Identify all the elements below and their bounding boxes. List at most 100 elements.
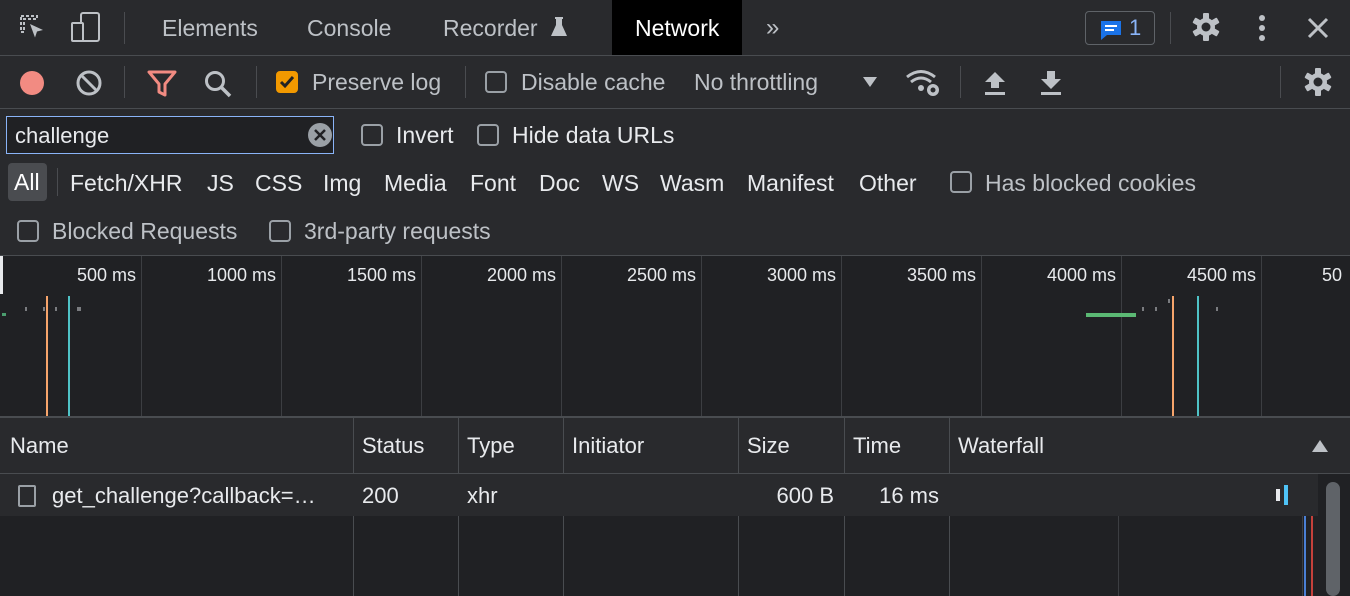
- disable-cache-checkbox[interactable]: [485, 71, 507, 93]
- dom-content-loaded-marker: [1197, 296, 1199, 416]
- request-bar: [1142, 307, 1144, 311]
- tab-label: Console: [307, 15, 392, 41]
- blocked-requests-checkbox[interactable]: [17, 220, 39, 242]
- network-settings-gear-icon[interactable]: [1302, 66, 1334, 98]
- import-har-upload-icon[interactable]: [982, 69, 1008, 97]
- gridline: [1261, 256, 1262, 416]
- request-bar: [1155, 307, 1157, 311]
- export-har-download-icon[interactable]: [1038, 69, 1064, 97]
- clear-filter-icon[interactable]: [308, 123, 332, 147]
- request-bar: [1086, 313, 1136, 317]
- gridline: [841, 256, 842, 416]
- vertical-scrollbar[interactable]: [1326, 482, 1340, 596]
- gridline: [981, 256, 982, 416]
- third-party-requests-checkbox[interactable]: [269, 220, 291, 242]
- disable-cache-label: Disable cache: [521, 69, 666, 95]
- column-header-name[interactable]: Name: [10, 418, 69, 473]
- cell-time: 16 ms: [879, 483, 939, 508]
- throttling-value: No throttling: [694, 69, 819, 95]
- column-header-waterfall[interactable]: Waterfall: [958, 418, 1044, 473]
- close-icon[interactable]: [1305, 15, 1331, 41]
- divider: [124, 66, 125, 98]
- column-header-time[interactable]: Time: [853, 418, 901, 473]
- column-header-initiator[interactable]: Initiator: [572, 418, 644, 473]
- more-options-kebab-icon[interactable]: [1252, 12, 1272, 44]
- hide-data-urls-label: Hide data URLs: [512, 122, 675, 148]
- flask-icon: [550, 16, 568, 38]
- clear-log-icon[interactable]: [75, 69, 103, 97]
- invert-checkbox[interactable]: [361, 124, 383, 146]
- divider: [1170, 12, 1171, 44]
- tick-label: 500 ms: [76, 265, 136, 285]
- divider: [57, 168, 58, 196]
- divider: [124, 12, 125, 44]
- load-event-marker: [1172, 296, 1174, 416]
- tick-label: 50: [1322, 265, 1343, 285]
- filter-funnel-icon[interactable]: [147, 70, 177, 98]
- column-header-size[interactable]: Size: [747, 418, 790, 473]
- filter-type-js[interactable]: JS: [207, 170, 234, 197]
- tick-label: 2500 ms: [626, 265, 696, 285]
- dropdown-triangle-icon: [862, 75, 878, 89]
- network-overview-timeline[interactable]: 500 ms 1000 ms 1500 ms 2000 ms 2500 ms 3…: [0, 256, 1350, 418]
- filter-type-all-button[interactable]: All: [8, 163, 47, 201]
- column-header-type[interactable]: Type: [467, 418, 515, 473]
- tab-console[interactable]: Console: [307, 0, 391, 55]
- tab-label: Recorder: [443, 15, 538, 41]
- cell-status: 200: [362, 483, 399, 508]
- request-bar: [55, 307, 57, 311]
- divider: [256, 66, 257, 98]
- tab-label: Network: [635, 15, 720, 41]
- messages-badge-button[interactable]: 1: [1085, 11, 1155, 45]
- request-bar: [1168, 299, 1170, 303]
- load-event-marker: [46, 296, 48, 416]
- hide-data-urls-checkbox[interactable]: [477, 124, 499, 146]
- device-toolbar-icon[interactable]: [70, 11, 102, 45]
- has-blocked-cookies-checkbox[interactable]: [950, 171, 972, 193]
- tick-label: 4000 ms: [1046, 265, 1116, 285]
- filter-type-fetch-xhr[interactable]: Fetch/XHR: [70, 170, 182, 197]
- throttling-select[interactable]: No throttling: [694, 66, 884, 100]
- record-icon[interactable]: [18, 69, 46, 97]
- filter-type-wasm[interactable]: Wasm: [660, 170, 724, 197]
- waterfall-download-bar: [1284, 485, 1288, 505]
- tab-elements[interactable]: Elements: [162, 0, 258, 55]
- filter-input[interactable]: [15, 123, 300, 149]
- more-tabs-chevron-icon[interactable]: »: [766, 0, 779, 55]
- cell-name[interactable]: get_challenge?callback=…: [52, 474, 316, 516]
- tick-label: 2000 ms: [486, 265, 556, 285]
- blocked-requests-label: Blocked Requests: [52, 218, 238, 244]
- settings-gear-icon[interactable]: [1190, 11, 1222, 43]
- filter-type-font[interactable]: Font: [470, 170, 516, 197]
- filter-type-manifest[interactable]: Manifest: [747, 170, 834, 197]
- divider: [465, 66, 466, 98]
- table-row[interactable]: get_challenge?callback=… 200 xhr 600 B 1…: [0, 474, 1318, 516]
- tick-label: 1500 ms: [346, 265, 416, 285]
- gridline: [1121, 256, 1122, 416]
- filter-type-other[interactable]: Other: [859, 170, 917, 197]
- request-bar: [1216, 307, 1218, 311]
- gridline: [421, 256, 422, 416]
- preserve-log-checkbox[interactable]: [276, 71, 298, 93]
- search-icon[interactable]: [203, 69, 233, 99]
- tab-network[interactable]: Network: [612, 0, 743, 55]
- filter-type-doc[interactable]: Doc: [539, 170, 580, 197]
- tick-label: 3500 ms: [906, 265, 976, 285]
- filter-search-box: [6, 116, 334, 154]
- overview-left-handle[interactable]: [0, 256, 3, 294]
- dom-content-loaded-marker: [68, 296, 70, 416]
- column-header-status[interactable]: Status: [362, 418, 424, 473]
- message-icon: [1099, 19, 1123, 41]
- gridline: [701, 256, 702, 416]
- filter-type-css[interactable]: CSS: [255, 170, 302, 197]
- inspect-element-icon[interactable]: [18, 13, 48, 43]
- tick-label: 1000 ms: [206, 265, 276, 285]
- filter-type-ws[interactable]: WS: [602, 170, 639, 197]
- filter-type-img[interactable]: Img: [323, 170, 361, 197]
- tab-recorder[interactable]: Recorder: [443, 0, 568, 55]
- filter-type-media[interactable]: Media: [384, 170, 447, 197]
- sort-ascending-icon[interactable]: [1311, 439, 1329, 453]
- document-file-icon: [17, 484, 37, 508]
- tick-label: 4500 ms: [1186, 265, 1256, 285]
- network-conditions-wifi-icon[interactable]: [905, 68, 943, 98]
